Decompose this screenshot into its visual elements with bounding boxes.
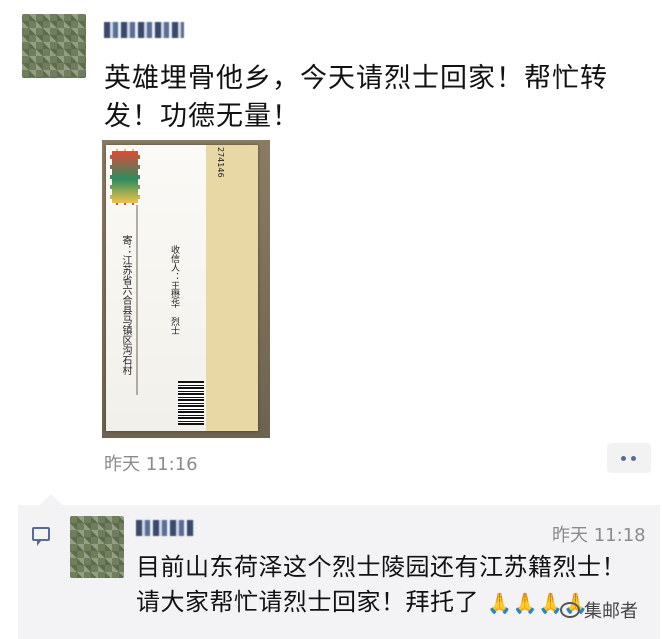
poster-name-blurred[interactable] [104,22,184,38]
watermark: 集邮者 [560,597,638,623]
comment-text-line-2: 请大家帮忙请烈士回家！拜托了 [136,588,479,616]
postage-stamp [110,149,140,205]
comment-icon [32,527,50,546]
envelope-line [136,205,138,395]
envelope-serial: 274146 [216,147,225,178]
comment-timestamp: 昨天 11:18 [552,525,646,546]
envelope-address: 寄：江苏省六合县马镇区沟石村 [120,235,131,375]
watermark-logo-icon [560,602,580,618]
post-text: 英雄埋骨他乡，今天请烈士回家！帮忙转 发！功德无量！ [104,60,644,136]
envelope-barcode [178,381,204,425]
post-text-line-2: 发！功德无量！ [104,101,300,132]
post-timestamp: 昨天 11:16 [104,454,198,475]
more-actions-button[interactable] [607,443,651,473]
commenter-name-blurred[interactable] [136,520,194,536]
post-photo[interactable]: 寄：江苏省六合县马镇区沟石村 收信人：王懋华 烈士 274146 [102,140,270,438]
comment-text-line-1: 目前山东荷泽这个烈士陵园还有江苏籍烈士！ [136,553,626,581]
poster-avatar[interactable] [22,14,86,78]
envelope-image: 寄：江苏省六合县马镇区沟石村 收信人：王懋华 烈士 274146 [106,145,258,431]
more-dots-icon [631,456,636,461]
more-dots-icon [621,456,626,461]
commenter-avatar[interactable] [70,516,124,578]
watermark-text: 集邮者 [584,601,638,622]
envelope-flap [206,145,258,431]
comment-section-arrow [40,494,62,505]
post-text-line-1: 英雄埋骨他乡，今天请烈士回家！帮忙转 [104,63,608,94]
envelope-recipient: 收信人：王懋华 烈士 [169,245,179,335]
